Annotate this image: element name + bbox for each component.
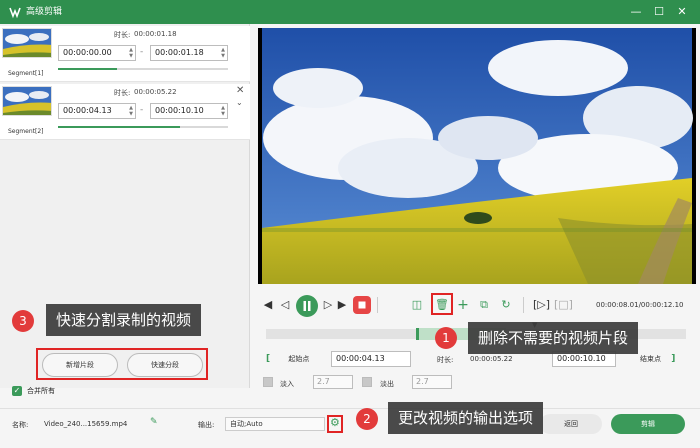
duration-label: 时长:	[114, 89, 131, 97]
end-point-label: 结束点	[640, 355, 661, 363]
end-time-value: 00:00:10.10	[557, 354, 606, 363]
playback-time: 00:00:08.01/00:00:12.10	[596, 301, 684, 309]
stop-button[interactable]	[353, 296, 371, 314]
delete-segment-icon[interactable]: 🗑	[434, 297, 450, 313]
go-to-end-icon[interactable]: ▶	[336, 297, 348, 313]
duration-label: 时长:	[114, 31, 131, 39]
segment-thumbnail	[2, 28, 52, 58]
edit-duration-value: 00:00:05.22	[470, 355, 513, 363]
spinner-icon[interactable]: ▲ ▼	[129, 47, 133, 59]
bracket-left-icon: [	[266, 354, 271, 364]
close-icon[interactable]: ✕	[674, 4, 690, 20]
range-separator: -	[140, 47, 144, 57]
spinner-icon[interactable]: ▲ ▼	[221, 47, 225, 59]
segment-progress-fill	[58, 68, 117, 70]
fade-in-value: 2.7	[317, 377, 330, 386]
quick-split-button[interactable]: 快速分段	[127, 353, 203, 377]
callout-badge-3: 3	[12, 310, 34, 332]
next-frame-icon[interactable]: ▷	[322, 297, 334, 313]
callout-output-options: 更改视频的输出选项	[388, 402, 544, 434]
segment-label: Segment[2]	[8, 128, 44, 135]
spinner-icon[interactable]: ▲ ▼	[221, 105, 225, 117]
gear-icon[interactable]: ⚙	[330, 416, 340, 430]
fade-out-input[interactable]: 2.7	[412, 375, 452, 389]
callout-delete-segment: 删除不需要的视频片段	[468, 322, 639, 354]
video-frame	[262, 28, 693, 284]
callout-badge-1: 1	[435, 327, 457, 349]
segment-end-value: 00:00:10.10	[155, 106, 204, 115]
edit-button[interactable]: 剪辑	[611, 414, 685, 434]
output-label: 输出:	[198, 421, 215, 429]
segment-end-value: 00:00:01.18	[155, 48, 204, 57]
segment-label: Segment[1]	[8, 70, 44, 77]
copy-icon[interactable]: ⧉	[478, 297, 490, 313]
segment-item[interactable]: Segment[1] 时长: 00:00:01.18 00:00:00.00 ▲…	[0, 26, 250, 82]
segment-item[interactable]: Segment[2] 时长: 00:00:05.22 ✕ ⌄ 00:00:04.…	[0, 84, 250, 140]
pause-icon	[303, 301, 311, 311]
maximize-icon[interactable]: ☐	[651, 4, 667, 20]
start-time-input[interactable]: 00:00:04.13	[331, 351, 411, 367]
fade-out-checkbox[interactable]	[362, 377, 372, 387]
output-format-select[interactable]: 自动;Auto	[225, 417, 325, 431]
title-bar: 高级剪辑 — ☐ ✕	[0, 0, 700, 24]
fade-in-label: 淡入	[280, 380, 294, 388]
preview-segment-icon[interactable]: [▷]	[533, 297, 550, 313]
set-end-point-button[interactable]: 结束点 ]	[640, 352, 688, 366]
set-start-point-button[interactable]: [ 起始点	[266, 352, 328, 366]
go-to-start-icon[interactable]: ◀	[262, 297, 274, 313]
segment-thumbnail	[2, 86, 52, 116]
file-name: Video_240...15659.mp4	[44, 420, 128, 428]
remove-segment-icon[interactable]: ✕	[236, 85, 244, 96]
bracket-right-icon: ]	[671, 354, 676, 364]
name-label: 名称:	[12, 421, 29, 429]
reset-icon[interactable]: ↻	[499, 297, 513, 313]
minimize-icon[interactable]: —	[628, 4, 644, 20]
segment-duration: 00:00:01.18	[134, 30, 177, 38]
previous-frame-icon[interactable]: ◁	[279, 297, 291, 313]
segment-start-value: 00:00:04.13	[63, 106, 112, 115]
fade-out-label: 淡出	[380, 380, 394, 388]
segment-start-input[interactable]: 00:00:00.00 ▲ ▼	[58, 45, 136, 61]
footer-divider	[0, 408, 700, 409]
segment-progress-fill	[58, 126, 180, 128]
toolbar-divider	[377, 297, 378, 313]
merge-all-label: 合并所有	[27, 387, 55, 395]
chevron-down-icon[interactable]: ⌄	[236, 98, 243, 107]
spinner-icon[interactable]: ▲ ▼	[129, 105, 133, 117]
callout-quick-split: 快速分割录制的视频	[46, 304, 202, 336]
new-segment-button[interactable]: 新增片段	[42, 353, 118, 377]
advanced-editor-window: 高级剪辑 — ☐ ✕ Segment[1] 时长: 00:00:01.18 00…	[0, 0, 700, 448]
fade-out-value: 2.7	[416, 377, 429, 386]
segment-end-input[interactable]: 00:00:10.10 ▲ ▼	[150, 103, 228, 119]
preview-outside-icon[interactable]: [□]	[554, 297, 573, 313]
fade-in-checkbox[interactable]	[263, 377, 273, 387]
split-icon[interactable]: ◫	[410, 297, 424, 313]
cancel-button[interactable]: 返回	[540, 414, 602, 434]
edit-duration-label: 时长:	[437, 356, 454, 364]
toolbar-divider	[523, 297, 524, 313]
stop-icon	[358, 301, 366, 309]
fade-in-input[interactable]: 2.7	[313, 375, 353, 389]
segment-start-input[interactable]: 00:00:04.13 ▲ ▼	[58, 103, 136, 119]
range-separator: -	[140, 105, 144, 115]
merge-all-checkbox[interactable]: ✓	[12, 386, 22, 396]
segment-end-input[interactable]: 00:00:01.18 ▲ ▼	[150, 45, 228, 61]
pause-button[interactable]	[296, 295, 318, 317]
callout-badge-2: 2	[356, 408, 378, 430]
app-logo-icon	[9, 7, 21, 19]
rename-pencil-icon[interactable]: ✎	[150, 417, 158, 427]
output-format-value: 自动;Auto	[230, 420, 263, 428]
start-point-label: 起始点	[288, 355, 310, 363]
segment-duration: 00:00:05.22	[134, 88, 177, 96]
window-title: 高级剪辑	[26, 7, 63, 17]
start-time-value: 00:00:04.13	[336, 354, 385, 363]
segment-start-value: 00:00:00.00	[63, 48, 112, 57]
video-preview[interactable]	[258, 28, 696, 284]
add-segment-icon[interactable]: +	[457, 297, 469, 313]
